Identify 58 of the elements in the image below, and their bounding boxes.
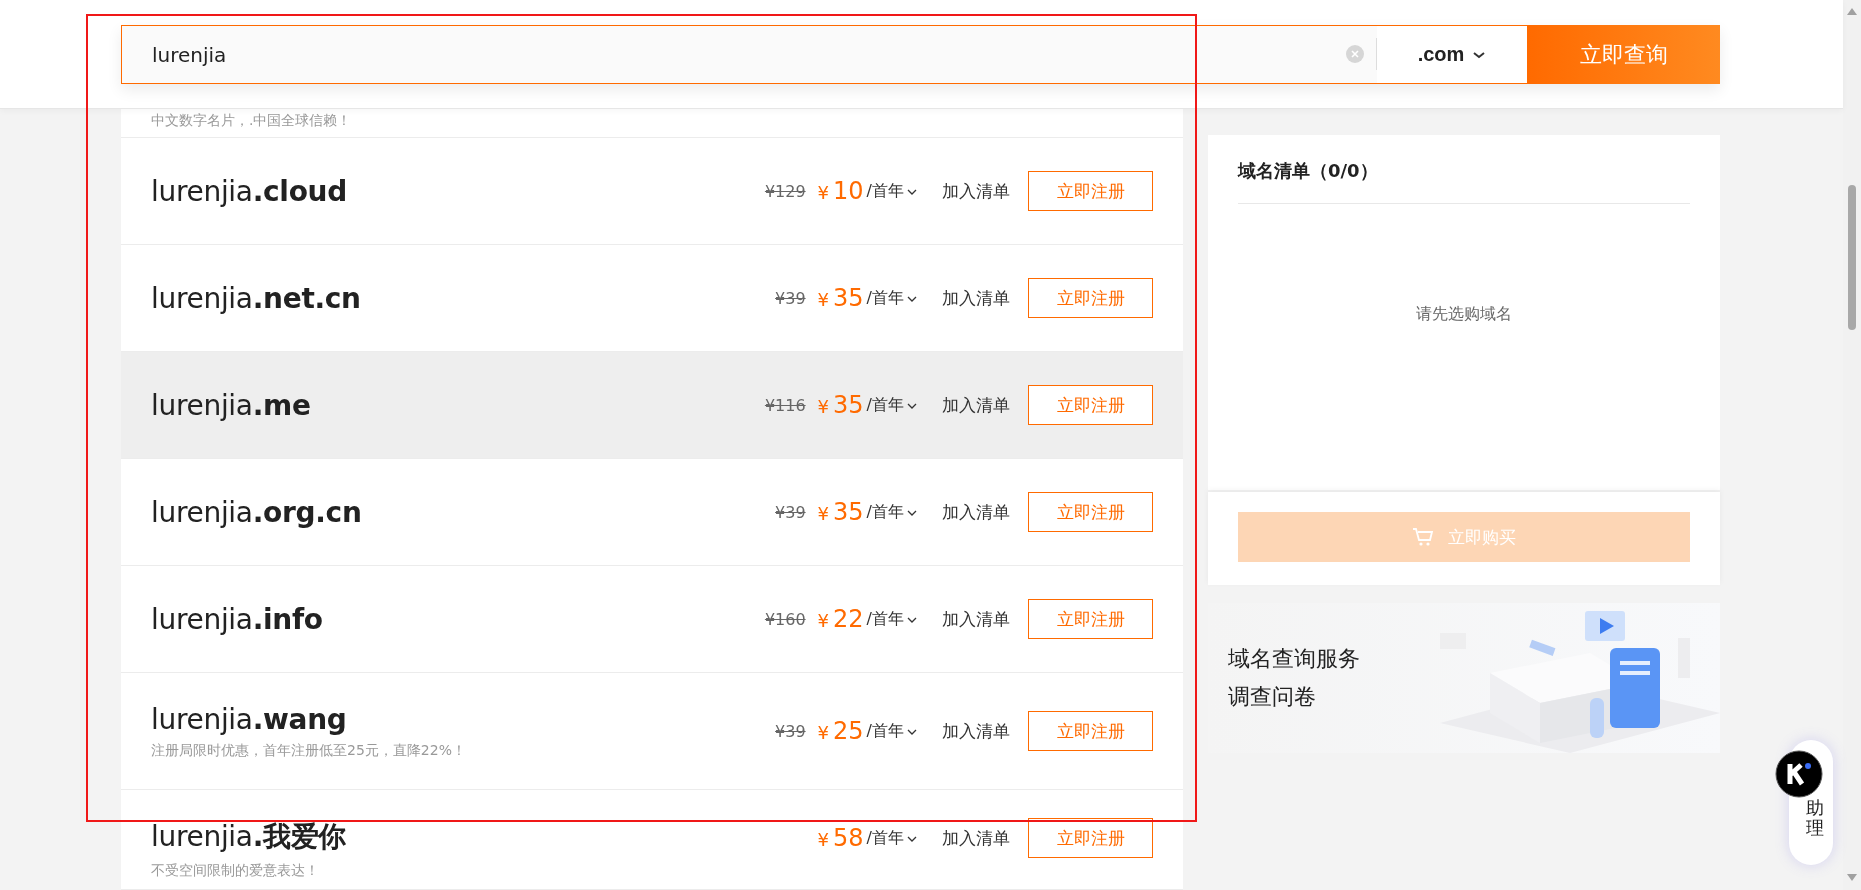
original-price: ¥160 (764, 609, 806, 629)
term-dropdown[interactable]: /首年 (866, 720, 918, 742)
domain-name: lurenjia.cloud (151, 174, 348, 208)
suffix-dropdown[interactable]: .com (1377, 25, 1527, 84)
banner-text: 调查问卷 (1228, 683, 1317, 711)
chevron-down-icon (906, 834, 918, 843)
price: ¥ 35 (817, 498, 864, 526)
add-to-list-link[interactable]: 加入清单 (942, 607, 1010, 631)
domain-name: lurenjia.wang (151, 702, 348, 736)
assistant-logo-icon[interactable] (1775, 750, 1823, 798)
scroll-down-icon[interactable] (1847, 874, 1857, 881)
price: ¥ 58 (817, 824, 864, 852)
original-price: ¥116 (764, 395, 806, 415)
price: ¥ 22 (817, 605, 864, 633)
original-price: ¥39 (775, 502, 806, 522)
term-dropdown[interactable]: /首年 (866, 501, 918, 523)
search-field[interactable]: lurenjia (121, 25, 1377, 84)
add-to-list-link[interactable]: 加入清单 (942, 179, 1010, 203)
add-to-list-link[interactable]: 加入清单 (942, 826, 1010, 850)
chevron-down-icon (906, 401, 918, 410)
price: ¥ 35 (817, 284, 864, 312)
domain-description: 中文数字名片，.中国全球信赖！ (151, 112, 352, 128)
domain-name: lurenjia.me (151, 388, 312, 422)
add-to-list-link[interactable]: 加入清单 (942, 719, 1010, 743)
original-price: ¥129 (764, 181, 806, 201)
chevron-down-icon (906, 294, 918, 303)
domain-name: lurenjia.net.cn (151, 281, 362, 315)
domain-description: 注册局限时优惠，首年注册低至25元，直降22%！ (151, 741, 467, 760)
chevron-down-icon (906, 187, 918, 196)
term-dropdown[interactable]: /首年 (866, 287, 918, 309)
term-dropdown[interactable]: /首年 (866, 180, 918, 202)
empty-message: 请先选购域名 (1415, 304, 1513, 325)
term-dropdown[interactable]: /首年 (866, 827, 918, 849)
domain-description: 不受空间限制的爱意表达！ (151, 862, 320, 880)
add-to-list-link[interactable]: 加入清单 (942, 286, 1010, 310)
term-dropdown[interactable]: /首年 (866, 608, 918, 630)
cart-icon (1412, 527, 1434, 547)
scroll-up-icon[interactable] (1847, 8, 1857, 15)
price: ¥ 10 (817, 177, 864, 205)
chevron-down-icon (906, 615, 918, 624)
banner-text: 域名查询服务 (1228, 645, 1360, 673)
chevron-down-icon (1472, 49, 1487, 60)
original-price: ¥39 (775, 721, 806, 741)
price: ¥ 25 (817, 717, 864, 745)
chevron-down-icon (906, 508, 918, 517)
original-price: ¥39 (775, 288, 806, 308)
add-to-list-link[interactable]: 加入清单 (942, 393, 1010, 417)
scrollbar-thumb[interactable] (1848, 185, 1856, 330)
list-title: 域名清单（0/0） (1238, 135, 1690, 204)
chevron-down-icon (906, 727, 918, 736)
assistant-label: 助理 (1806, 798, 1824, 838)
domain-name: lurenjia.org.cn (151, 495, 363, 529)
term-dropdown[interactable]: /首年 (866, 394, 918, 416)
domain-name: lurenjia.我爱你 (151, 819, 348, 855)
price: ¥ 35 (817, 391, 864, 419)
clear-icon[interactable] (1346, 45, 1364, 63)
domain-name: lurenjia.info (151, 602, 324, 636)
add-to-list-link[interactable]: 加入清单 (942, 500, 1010, 524)
